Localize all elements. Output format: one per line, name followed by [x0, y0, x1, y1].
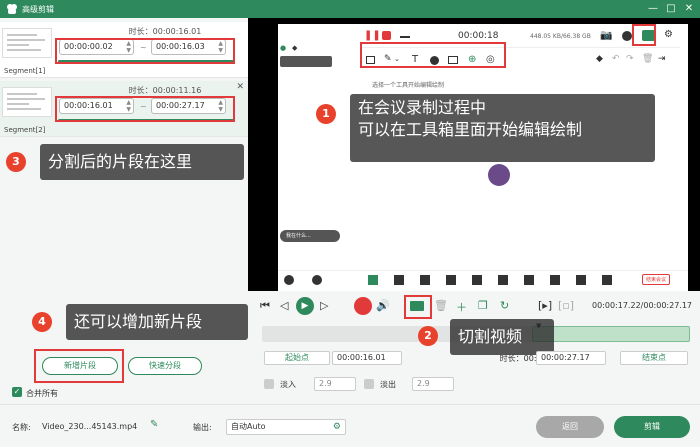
- segment-duration: 时长：00:00:16.01: [128, 27, 202, 36]
- segment-duration: 时长：00:00:11.16: [128, 86, 202, 95]
- maximize-icon[interactable]: □: [664, 2, 678, 16]
- segment-panel: 时长：00:00:16.01 00:00:00.02 ▲ ▼ ~ 00:00:16.…: [0, 18, 248, 400]
- redo-icon[interactable]: ↷: [626, 54, 634, 64]
- close-icon[interactable]: ✕: [682, 2, 696, 16]
- shield-icon: ◆: [292, 44, 298, 52]
- eraser-icon[interactable]: ◆: [596, 54, 603, 64]
- share-icon[interactable]: [368, 275, 378, 285]
- annotation-box-tools: [360, 42, 506, 68]
- output-label: 输出:: [193, 423, 212, 432]
- footer-bar: 名称: Video_230...45143.mp4 ✎ 输出: 自动Auto ⚙ …: [0, 404, 700, 447]
- annotation-box-add-segment: [34, 349, 124, 383]
- title-bar: 高级剪辑 — □ ✕: [0, 0, 700, 18]
- edit-range-row: 起始点 00:00:16.01 时长：00:00:11.16 00:00:27.…: [264, 351, 688, 367]
- clock-icon[interactable]: [622, 31, 632, 41]
- fade-in-checkbox[interactable]: [264, 379, 274, 389]
- tool-hint: 选择一个工具开始编辑绘制: [372, 82, 445, 89]
- step-forward-icon[interactable]: ▷: [320, 299, 328, 312]
- fade-row: 淡入 2.9 淡出 2.9: [264, 377, 464, 393]
- back-button[interactable]: 返回: [536, 416, 604, 438]
- security-icon[interactable]: [394, 275, 404, 285]
- settings-icon[interactable]: [602, 275, 612, 285]
- name-label: 名称:: [12, 423, 31, 432]
- storage-text: 448.05 KB/66.38 GB: [530, 33, 591, 40]
- segment-label: Segment[2]: [4, 126, 46, 134]
- playback-controls: ⏮ ◁ ▶ ▷ 🔊 🗑 ＋ ❐ ↻ [▸] [▫] 00:00:17.22/00…: [248, 291, 700, 321]
- minimize-icon[interactable]: —: [646, 2, 660, 16]
- end-point-button[interactable]: 结束点: [620, 351, 688, 365]
- copy-icon[interactable]: ❐: [478, 299, 488, 312]
- add-icon[interactable]: ＋: [456, 299, 467, 315]
- edit-button[interactable]: 剪辑: [614, 416, 690, 438]
- annotation-box-segment1: [55, 38, 235, 64]
- mark-in-icon[interactable]: [▸]: [538, 299, 552, 312]
- avatar: [488, 164, 510, 186]
- chat-pill: 我在什么...: [280, 230, 340, 242]
- annotation-callout-1: 在会议录制过程中 可以在工具箱里面开始编辑绘制: [350, 94, 655, 162]
- gear-icon[interactable]: ⚙: [333, 420, 341, 434]
- volume-icon[interactable]: 🔊: [376, 299, 390, 312]
- mic-icon[interactable]: [284, 275, 294, 285]
- fade-out-input[interactable]: 2.9: [412, 377, 454, 391]
- video-icon[interactable]: [312, 275, 322, 285]
- mark-out-icon[interactable]: [▫]: [558, 299, 574, 312]
- camera-icon[interactable]: 📷: [600, 30, 612, 41]
- play-button[interactable]: ▶: [296, 297, 314, 315]
- stop-button[interactable]: [354, 297, 372, 315]
- playback-time: 00:00:17.22/00:00:27.17: [592, 301, 692, 310]
- quick-split-button[interactable]: 快速分段: [128, 357, 202, 375]
- output-select[interactable]: 自动Auto ⚙: [226, 419, 346, 435]
- chat-icon[interactable]: [498, 275, 508, 285]
- annotation-callout-4: 还可以增加新片段: [66, 304, 248, 340]
- reset-icon[interactable]: ↻: [500, 299, 509, 312]
- stop-icon[interactable]: [382, 31, 391, 40]
- annotation-callout-2: 切割视频: [450, 319, 554, 355]
- trash-icon[interactable]: 🗑: [642, 54, 653, 64]
- annotation-box-segment2: [55, 96, 235, 122]
- end-time-input[interactable]: 00:00:27.17: [536, 351, 606, 365]
- start-time-input[interactable]: 00:00:16.01: [332, 351, 402, 365]
- rooms-icon[interactable]: [550, 275, 560, 285]
- annotation-badge-1: 1: [316, 104, 336, 124]
- window-title: 高级剪辑: [22, 5, 54, 14]
- segment-label: Segment[1]: [4, 67, 46, 75]
- minimize-recorder-icon[interactable]: [400, 36, 410, 38]
- pause-icon[interactable]: ❚❚: [364, 30, 381, 41]
- segment-thumbnail: [2, 28, 52, 58]
- end-meeting-button[interactable]: 结束会议: [642, 274, 671, 285]
- recording-timer: 00:00:18: [458, 31, 499, 41]
- apps-icon[interactable]: [524, 275, 534, 285]
- timeline-selection[interactable]: [532, 326, 690, 342]
- edit-name-icon[interactable]: ✎: [150, 419, 158, 430]
- meeting-toolbar: 结束会议: [278, 270, 688, 290]
- file-name: Video_230...45143.mp4: [42, 422, 138, 431]
- fade-in-input[interactable]: 2.9: [314, 377, 356, 391]
- exit-icon[interactable]: ⇥: [658, 54, 666, 64]
- skip-start-icon[interactable]: ⏮: [260, 299, 270, 313]
- merge-all-label: 合并所有: [26, 389, 58, 398]
- info-icon: ●: [280, 44, 287, 52]
- app-logo-icon: [7, 4, 17, 14]
- recording-indicator: [280, 56, 332, 67]
- members-icon[interactable]: [472, 275, 482, 285]
- step-back-icon[interactable]: ◁: [280, 299, 288, 312]
- annotation-badge-3: 3: [6, 152, 26, 172]
- annotation-box-toolbox: [632, 24, 656, 46]
- annotation-badge-4: 4: [32, 312, 52, 332]
- start-point-button[interactable]: 起始点: [264, 351, 330, 365]
- fade-out-label: 淡出: [380, 380, 396, 389]
- fade-out-checkbox[interactable]: [364, 379, 374, 389]
- manage-icon[interactable]: [446, 275, 456, 285]
- gear-icon[interactable]: ⚙: [664, 29, 673, 40]
- segment-thumbnail: [2, 87, 52, 117]
- annotation-box-split: [404, 295, 432, 319]
- more-icon[interactable]: [576, 275, 586, 285]
- undo-icon[interactable]: ↶: [612, 54, 620, 64]
- record-icon[interactable]: [420, 275, 430, 285]
- merge-all-checkbox[interactable]: ✓: [12, 387, 22, 397]
- fade-in-label: 淡入: [280, 380, 296, 389]
- delete-icon[interactable]: 🗑: [434, 299, 448, 312]
- annotation-badge-2: 2: [418, 326, 438, 346]
- annotation-callout-3: 分割后的片段在这里: [40, 144, 244, 180]
